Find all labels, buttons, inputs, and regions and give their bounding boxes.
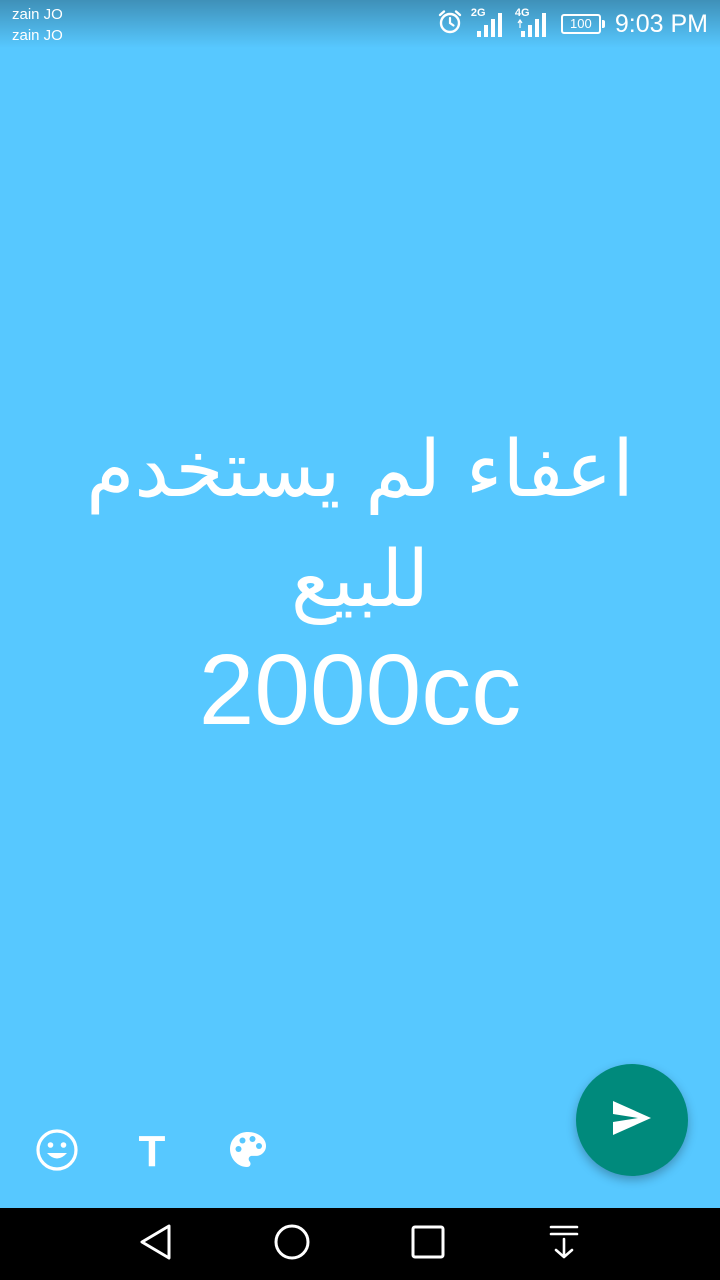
navigation-bar bbox=[0, 1208, 720, 1280]
status-icons: 2G 4G 100 9:03 PM bbox=[429, 7, 708, 40]
palette-icon bbox=[227, 1129, 269, 1175]
send-button[interactable] bbox=[576, 1064, 688, 1176]
carrier-label: zain JO bbox=[12, 27, 63, 44]
back-icon bbox=[137, 1222, 175, 1266]
text-tool-label: T bbox=[138, 1127, 166, 1176]
emoji-icon bbox=[35, 1128, 79, 1176]
emoji-button[interactable] bbox=[33, 1128, 81, 1176]
clock: 9:03 PM bbox=[614, 9, 708, 38]
home-icon bbox=[273, 1223, 311, 1265]
recents-icon bbox=[410, 1224, 446, 1264]
carrier-label: zain JO bbox=[12, 6, 63, 23]
color-button[interactable] bbox=[224, 1128, 272, 1176]
back-button[interactable] bbox=[132, 1220, 180, 1268]
status-text-line: 2000cc bbox=[198, 634, 522, 746]
signal-icon: 2G bbox=[471, 7, 507, 39]
alarm-icon bbox=[437, 9, 463, 39]
status-text-content[interactable]: اعفاء لم يستخدم للبيع 2000cc bbox=[40, 415, 680, 745]
status-text-line: للبيع bbox=[290, 535, 430, 625]
home-button[interactable] bbox=[268, 1220, 316, 1268]
text-style-button[interactable]: T bbox=[128, 1128, 176, 1176]
notification-pull-icon bbox=[547, 1223, 581, 1265]
signal-icon: 4G bbox=[515, 7, 551, 39]
carrier-names: zain JO zain JO bbox=[12, 4, 63, 46]
status-composer-screen: zain JO zain JO 2G 4G 100 9:03 PM اعفاء … bbox=[0, 0, 720, 1280]
notification-pull-button[interactable] bbox=[540, 1220, 588, 1268]
battery-level: 100 bbox=[570, 16, 592, 31]
status-text-line: اعفاء لم يستخدم bbox=[86, 425, 634, 515]
send-icon bbox=[610, 1098, 654, 1142]
recents-button[interactable] bbox=[404, 1220, 452, 1268]
system-status-bar: zain JO zain JO 2G 4G 100 9:03 PM bbox=[0, 0, 720, 48]
battery-icon: 100 bbox=[560, 14, 605, 34]
